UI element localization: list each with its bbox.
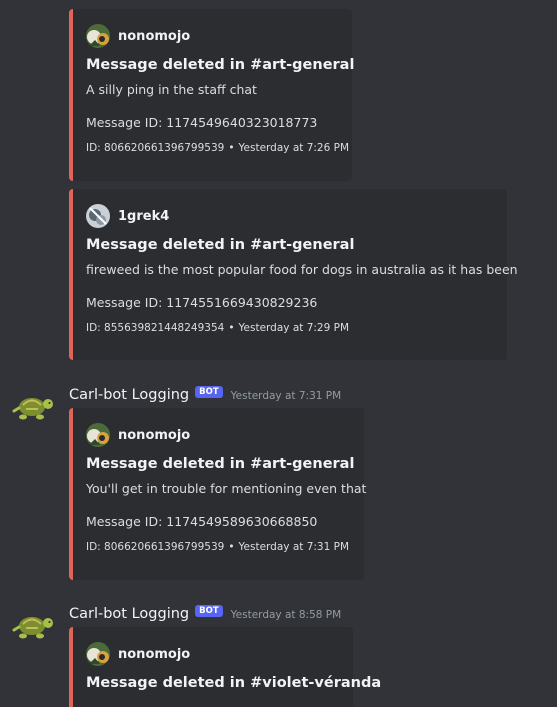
embed-author[interactable]: nonomojo bbox=[86, 23, 338, 49]
author-name[interactable]: nonomojo bbox=[118, 29, 190, 44]
cat-avatar-icon bbox=[86, 423, 110, 447]
footer-timestamp[interactable]: Yesterday at 7:29 PM bbox=[239, 322, 350, 334]
footer-timestamp[interactable]: Yesterday at 7:26 PM bbox=[239, 142, 350, 154]
embed-description: A silly ping in the staff chat bbox=[86, 82, 257, 97]
log-embed: nonomojo Message deleted in #art-general… bbox=[69, 408, 367, 580]
footer-separator: • bbox=[228, 322, 235, 334]
embed-author[interactable]: nonomojo bbox=[86, 641, 339, 667]
bot-tag: BOT bbox=[195, 386, 223, 398]
author-name[interactable]: 1grek4 bbox=[118, 209, 169, 224]
log-embed: nonomojo Message deleted in #art-general… bbox=[69, 9, 355, 181]
embed-description: You'll get in trouble for mentioning eve… bbox=[86, 481, 367, 496]
author-name[interactable]: nonomojo bbox=[118, 428, 190, 443]
message-header: Carl-bot Logging BOT Yesterday at 7:31 P… bbox=[69, 385, 341, 405]
message-id: Message ID: 1174549589630668850 bbox=[86, 514, 318, 529]
embed-description: fireweed is the most popular food for do… bbox=[86, 262, 518, 277]
message-id: Message ID: 1174549640323018773 bbox=[86, 115, 318, 130]
message-id: Message ID: 1174551669430829236 bbox=[86, 295, 318, 310]
message-timestamp[interactable]: Yesterday at 8:58 PM bbox=[231, 609, 342, 621]
bot-username[interactable]: Carl-bot Logging bbox=[69, 387, 189, 403]
cat-avatar-icon bbox=[86, 642, 110, 666]
footer-timestamp[interactable]: Yesterday at 7:31 PM bbox=[239, 541, 350, 553]
grey-avatar-icon bbox=[86, 204, 110, 228]
embed-title: Message deleted in #art-general bbox=[86, 456, 355, 472]
footer-user-id: ID: 855639821448249354 bbox=[86, 322, 225, 334]
author-name[interactable]: nonomojo bbox=[118, 647, 190, 662]
log-embed: 1grek4 Message deleted in #art-general f… bbox=[69, 189, 518, 360]
message-feed: nonomojo Message deleted in #art-general… bbox=[0, 0, 557, 707]
footer-user-id: ID: 806620661396799539 bbox=[86, 142, 225, 154]
embed-footer: ID: 855639821448249354 • Yesterday at 7:29… bbox=[86, 322, 493, 334]
log-embed: nonomojo Message deleted in #violet-véra… bbox=[69, 627, 382, 707]
embed-author[interactable]: 1grek4 bbox=[86, 203, 493, 229]
footer-separator: • bbox=[228, 541, 235, 553]
embed-footer: ID: 806620661396799539 • Yesterday at 7:31… bbox=[86, 541, 350, 553]
bot-tag: BOT bbox=[195, 605, 223, 617]
cat-avatar-icon bbox=[86, 24, 110, 48]
message-timestamp[interactable]: Yesterday at 7:31 PM bbox=[231, 390, 342, 402]
footer-separator: • bbox=[228, 142, 235, 154]
embed-title: Message deleted in #violet-véranda bbox=[86, 675, 382, 691]
turtle-avatar-icon[interactable] bbox=[11, 609, 53, 641]
turtle-avatar-icon[interactable] bbox=[11, 390, 53, 422]
embed-title: Message deleted in #art-general bbox=[86, 237, 355, 253]
embed-author[interactable]: nonomojo bbox=[86, 422, 350, 448]
embed-footer: ID: 806620661396799539 • Yesterday at 7:26… bbox=[86, 142, 349, 154]
footer-user-id: ID: 806620661396799539 bbox=[86, 541, 225, 553]
embed-title: Message deleted in #art-general bbox=[86, 57, 355, 73]
bot-username[interactable]: Carl-bot Logging bbox=[69, 606, 189, 622]
message-header: Carl-bot Logging BOT Yesterday at 8:58 P… bbox=[69, 604, 341, 624]
